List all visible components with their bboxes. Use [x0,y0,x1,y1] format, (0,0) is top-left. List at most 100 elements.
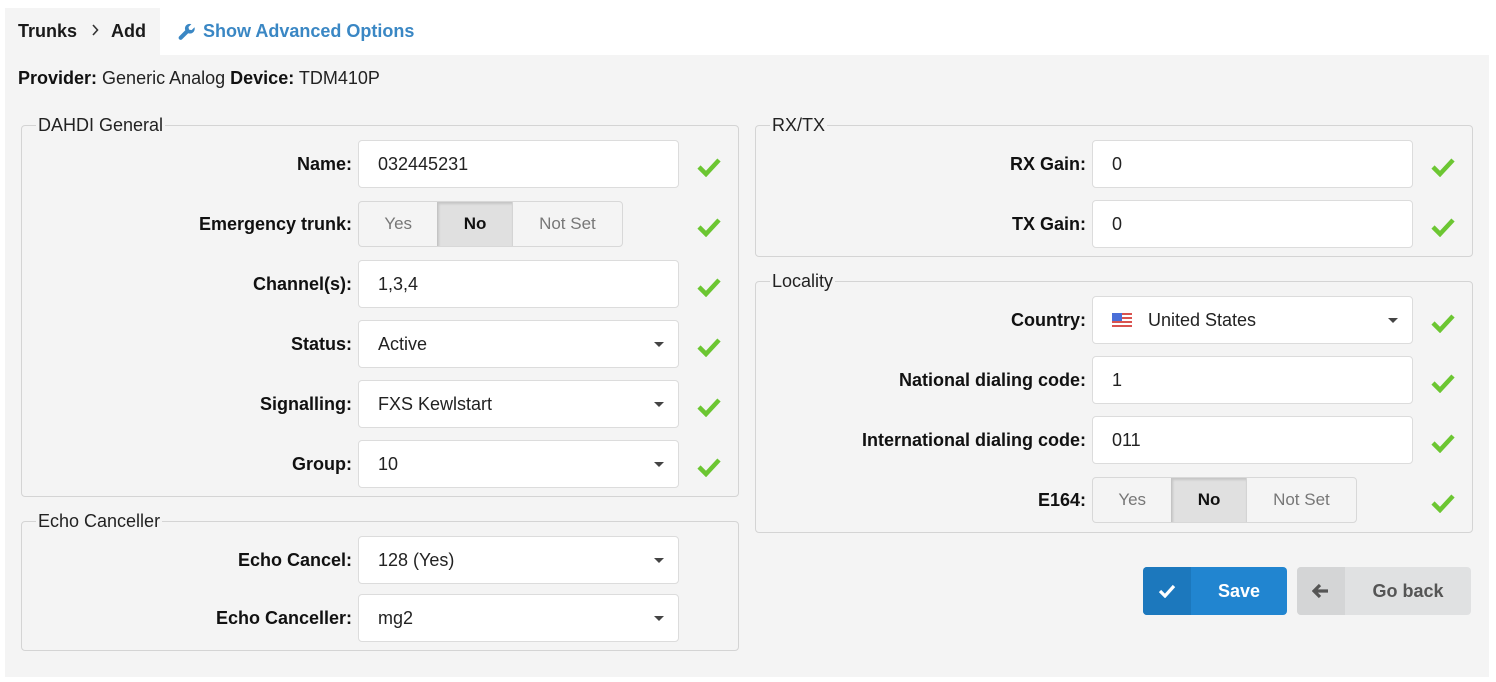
wrench-icon [178,23,195,40]
breadcrumb-separator [91,23,99,41]
valid-check-icon [1431,374,1455,393]
valid-check-icon [697,338,721,357]
go-back-label: Go back [1372,580,1444,601]
status-value: Active [378,333,428,354]
trunk-form-panel: Provider: Generic Analog Device: TDM410P… [5,55,1489,677]
valid-check-icon [1431,434,1455,453]
national-code-input[interactable]: 1 [1092,356,1413,404]
show-advanced-options-label: Show Advanced Options [203,21,415,41]
save-button[interactable]: Save [1143,567,1287,615]
echo-canceller-legend: Echo Canceller [38,511,161,531]
dropdown-caret-icon [654,558,664,563]
breadcrumb-current: Add [111,21,147,41]
e164-not-set[interactable]: Not Set [1247,478,1356,522]
tx-gain-input[interactable]: 0 [1092,200,1413,248]
tx-gain-label: TX Gain: [1011,213,1086,234]
valid-check-icon [1431,218,1455,237]
channels-input[interactable]: 1,3,4 [358,260,679,308]
us-flag-icon [1112,313,1132,327]
locality-legend: Locality [772,271,834,291]
signalling-value: FXS Kewlstart [378,393,493,414]
echo-canceller-select[interactable]: mg2 [358,594,679,642]
tx-gain-row: TX Gain: 0 [755,200,1413,248]
chevron-right-icon [92,23,99,36]
e164-no[interactable]: No [1171,478,1247,522]
dropdown-caret-icon [654,342,664,347]
emergency-trunk-no[interactable]: No [437,202,513,246]
arrow-left-icon [1297,567,1345,615]
echo-canceller-label: Echo Canceller: [215,607,352,628]
signalling-select[interactable]: FXS Kewlstart [358,380,679,428]
emergency-trunk-row: Emergency trunk: Yes No Not Set [21,200,623,248]
breadcrumb: Trunks Add [5,8,161,55]
name-label: Name: [296,153,352,174]
name-row: Name: 032445231 [21,140,679,188]
save-label: Save [1217,580,1261,601]
device-label: Device: [230,68,295,88]
signalling-label: Signalling: [260,393,352,414]
name-input[interactable]: 032445231 [358,140,679,188]
international-code-row: International dialing code: 011 [755,416,1413,464]
echo-cancel-value: 128 (Yes) [378,549,455,570]
channels-row: Channel(s): 1,3,4 [21,260,679,308]
dropdown-caret-icon [654,402,664,407]
group-label: Group: [292,453,352,474]
check-icon [1143,567,1191,615]
echo-cancel-select[interactable]: 128 (Yes) [358,536,679,584]
dropdown-caret-icon [1388,318,1398,323]
status-select[interactable]: Active [358,320,679,368]
signalling-row: Signalling: FXS Kewlstart [21,380,679,428]
go-back-button[interactable]: Go back [1297,567,1471,615]
valid-check-icon [1431,494,1455,513]
emergency-trunk-label: Emergency trunk: [198,213,352,234]
rxtx-legend: RX/TX [772,115,826,135]
rx-gain-input[interactable]: 0 [1092,140,1413,188]
valid-check-icon [697,278,721,297]
group-select[interactable]: 10 [358,440,679,488]
valid-check-icon [697,398,721,417]
international-code-label: International dialing code: [861,429,1086,450]
status-label: Status: [290,333,352,354]
valid-check-icon [1431,314,1455,333]
dropdown-caret-icon [654,616,664,621]
breadcrumb-parent[interactable]: Trunks [18,21,77,42]
emergency-trunk-not-set[interactable]: Not Set [513,202,622,246]
status-row: Status: Active [21,320,679,368]
rx-gain-label: RX Gain: [1009,153,1086,174]
rx-gain-value: 0 [1112,153,1123,174]
national-code-row: National dialing code: 1 [755,356,1413,404]
echo-cancel-row: Echo Cancel: 128 (Yes) [21,536,679,584]
show-advanced-options-link[interactable]: Show Advanced Options [160,8,432,55]
international-code-input[interactable]: 011 [1092,416,1413,464]
group-row: Group: 10 [21,440,679,488]
e164-yes[interactable]: Yes [1093,478,1171,522]
dropdown-caret-icon [654,462,664,467]
top-tabs: Trunks Add Show Advanced Options [5,8,432,55]
valid-check-icon [697,158,721,177]
group-value: 10 [378,453,399,474]
name-value: 032445231 [378,153,469,174]
echo-canceller-value: mg2 [378,607,414,628]
emergency-trunk-toggle: Yes No Not Set [358,201,623,247]
provider-info: Provider: Generic Analog Device: TDM410P [18,68,380,89]
tx-gain-value: 0 [1112,213,1123,234]
dahdi-general-legend: DAHDI General [38,115,164,135]
national-code-value: 1 [1112,369,1123,390]
emergency-trunk-yes[interactable]: Yes [359,202,437,246]
echo-canceller-row: Echo Canceller: mg2 [21,594,679,642]
channels-value: 1,3,4 [378,273,419,294]
e164-toggle: Yes No Not Set [1092,477,1357,523]
valid-check-icon [697,458,721,477]
e164-label: E164: [1037,489,1086,510]
national-code-label: National dialing code: [898,369,1086,390]
country-select[interactable]: United States [1092,296,1413,344]
country-label: Country: [1011,309,1086,330]
country-row: Country: United States [755,296,1413,344]
country-value: United States [1148,309,1257,330]
international-code-value: 011 [1112,429,1141,450]
rx-gain-row: RX Gain: 0 [755,140,1413,188]
valid-check-icon [697,218,721,237]
provider-label: Provider: [18,68,98,88]
channels-label: Channel(s): [253,273,352,294]
valid-check-icon [1431,158,1455,177]
